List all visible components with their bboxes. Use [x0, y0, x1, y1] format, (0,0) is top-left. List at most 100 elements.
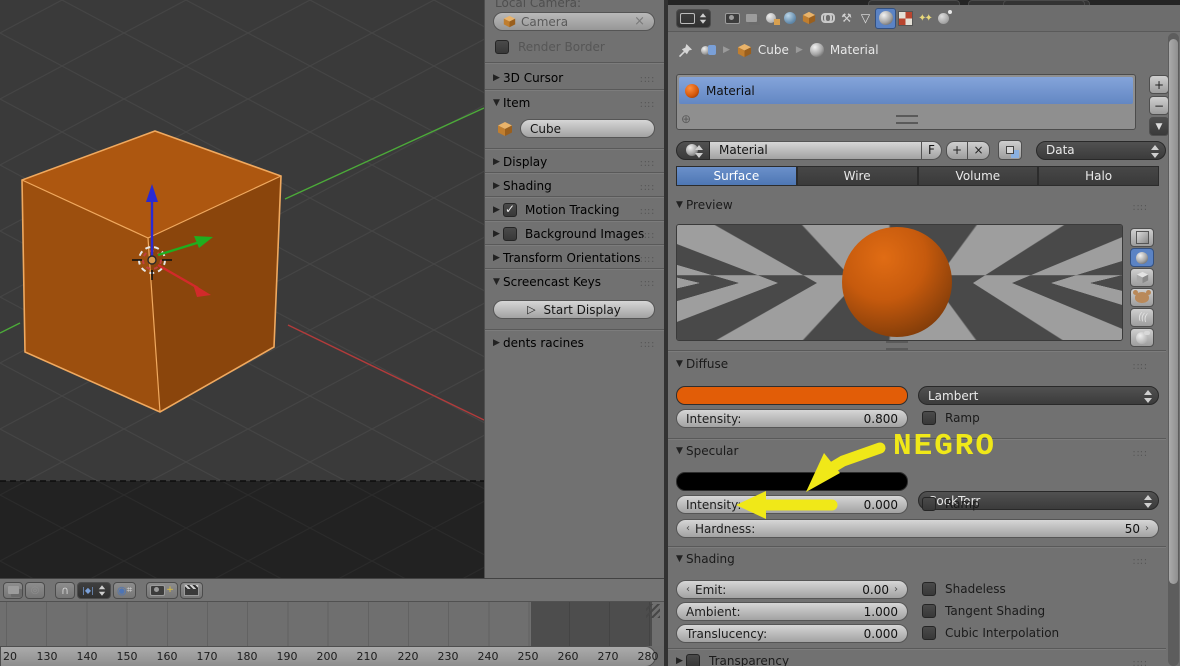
- shadeless-checkbox[interactable]: [922, 582, 936, 596]
- panel-motion-tracking[interactable]: ▶ Motion Tracking: [493, 201, 619, 219]
- clear-x-icon[interactable]: ×: [634, 14, 645, 29]
- panel-item[interactable]: ▼ Item: [493, 94, 530, 112]
- render-animation-button[interactable]: [180, 582, 203, 599]
- diffuse-ramp-toggle[interactable]: Ramp: [922, 411, 980, 425]
- shadeless-toggle[interactable]: Shadeless: [922, 582, 1006, 596]
- scrollbar-thumb[interactable]: [1169, 39, 1178, 584]
- node-editor-button[interactable]: [998, 140, 1022, 160]
- collapse-arrow-icon[interactable]: ▶: [493, 73, 503, 83]
- diffuse-panel-header[interactable]: ▼Diffuse: [676, 357, 728, 371]
- tab-particles-icon[interactable]: ✦✦: [915, 9, 934, 28]
- tab-world-icon[interactable]: [780, 9, 799, 28]
- preview-resize-grip[interactable]: [886, 341, 908, 350]
- diffuse-color-swatch[interactable]: [676, 386, 908, 405]
- timeline-resize-grip[interactable]: [646, 604, 660, 618]
- tab-scene-icon[interactable]: [761, 9, 780, 28]
- preview-cube-button[interactable]: [1130, 268, 1154, 287]
- panel-screencast-keys[interactable]: ▼Screencast Keys: [493, 273, 601, 291]
- tab-material-icon[interactable]: [875, 8, 896, 29]
- shading-translucency-slider[interactable]: Translucency: 0.000: [676, 624, 908, 643]
- preview-flat-button[interactable]: [1130, 228, 1154, 247]
- diffuse-shader-dropdown[interactable]: Lambert: [918, 386, 1159, 405]
- tab-physics-icon[interactable]: [934, 9, 953, 28]
- keying-set-button[interactable]: ◉⌗: [113, 582, 136, 599]
- editor-type-button[interactable]: [676, 9, 711, 28]
- slot-remove-button[interactable]: −: [1149, 96, 1169, 115]
- tab-object-icon[interactable]: [799, 9, 818, 28]
- snap-mode-dropdown[interactable]: |◆|: [77, 582, 111, 599]
- link-data-dropdown[interactable]: Data: [1036, 141, 1166, 160]
- keyframe-snap-icon: |◆|: [82, 586, 94, 595]
- preview-monkey-button[interactable]: [1130, 288, 1154, 307]
- background-images-checkbox[interactable]: [503, 227, 517, 241]
- tab-render-layers-icon[interactable]: [742, 9, 761, 28]
- cube-icon[interactable]: [737, 43, 752, 58]
- breadcrumb-object[interactable]: Cube: [758, 43, 789, 57]
- render-border-toggle[interactable]: Render Border: [495, 40, 605, 54]
- transparency-panel-header[interactable]: ▶ Transparency: [676, 654, 789, 666]
- panel-dents-racines[interactable]: ▶dents racines: [493, 334, 584, 352]
- shading-emit-slider[interactable]: ‹Emit: 0.00›: [676, 580, 908, 599]
- unlink-material-button[interactable]: ×: [968, 141, 990, 160]
- timeline-track-area[interactable]: [0, 602, 664, 646]
- timeline-editor[interactable]: ◎ ∩ |◆| ◉⌗ + 20 130 140 150 160 170 180 …: [0, 578, 664, 666]
- material-slot-list[interactable]: Material ⊕: [676, 74, 1136, 130]
- tab-modifiers-icon[interactable]: ⚒: [837, 9, 856, 28]
- panel-3d-cursor[interactable]: ▶ 3D Cursor: [493, 69, 563, 87]
- tangent-shading-checkbox[interactable]: [922, 604, 936, 618]
- tab-texture-icon[interactable]: [896, 9, 915, 28]
- ramp-checkbox[interactable]: [922, 411, 936, 425]
- render-keyframe-button[interactable]: +: [146, 582, 178, 599]
- preview-world-button[interactable]: [1130, 328, 1154, 347]
- preview-panel-header[interactable]: ▼Preview: [676, 198, 733, 212]
- pin-icon[interactable]: [678, 43, 693, 58]
- transparency-checkbox[interactable]: [686, 654, 700, 666]
- list-resize-grip[interactable]: [896, 115, 918, 124]
- material-name-field[interactable]: Material: [710, 141, 922, 160]
- timeline-frame-ruler[interactable]: 20 130 140 150 160 170 180 190 200 210 2…: [0, 646, 656, 666]
- slot-add-icon[interactable]: ⊕: [681, 112, 691, 126]
- properties-scrollbar[interactable]: [1168, 33, 1179, 666]
- cubic-interpolation-checkbox[interactable]: [922, 626, 936, 640]
- tab-constraints-icon[interactable]: [818, 9, 837, 28]
- start-display-button[interactable]: ▷ Start Display: [493, 300, 655, 319]
- tab-object-data-icon[interactable]: ▽: [856, 9, 875, 28]
- browse-material-button[interactable]: [676, 141, 710, 160]
- new-material-button[interactable]: +: [946, 141, 968, 160]
- preview-hair-button[interactable]: (((: [1130, 308, 1154, 327]
- tab-render-icon[interactable]: [723, 9, 742, 28]
- cubic-interpolation-toggle[interactable]: Cubic Interpolation: [922, 626, 1059, 640]
- motion-tracking-checkbox[interactable]: [503, 203, 517, 217]
- preview-sphere-button[interactable]: [1130, 248, 1154, 267]
- object-context-icon[interactable]: [701, 45, 716, 55]
- frame-tick: 280: [638, 650, 659, 663]
- shading-ambient-slider[interactable]: Ambient: 1.000: [676, 602, 908, 621]
- snap-magnet-button[interactable]: ∩: [55, 582, 75, 599]
- render-border-checkbox[interactable]: [495, 40, 509, 54]
- record-button[interactable]: ◎: [25, 582, 45, 599]
- tab-wire[interactable]: Wire: [797, 166, 918, 186]
- panel-transform-orientations[interactable]: ▶Transform Orientations: [493, 249, 641, 267]
- slider-right-arrow[interactable]: ›: [1145, 523, 1149, 534]
- breadcrumb-data[interactable]: Material: [830, 43, 879, 57]
- camera-field[interactable]: Camera ×: [493, 12, 655, 31]
- expand-arrow-icon[interactable]: ▼: [493, 98, 503, 108]
- tangent-shading-toggle[interactable]: Tangent Shading: [922, 604, 1045, 618]
- panel-background-images[interactable]: ▶ Background Images: [493, 225, 644, 243]
- panel-shading[interactable]: ▶Shading: [493, 177, 552, 195]
- fake-user-button[interactable]: F: [922, 141, 942, 160]
- slot-specials-button[interactable]: ▼: [1149, 117, 1169, 136]
- item-name-field[interactable]: Cube: [520, 119, 655, 138]
- tab-surface[interactable]: Surface: [676, 166, 797, 186]
- tab-halo[interactable]: Halo: [1038, 166, 1159, 186]
- panel-grip[interactable]: [640, 97, 655, 111]
- shading-panel-header[interactable]: ▼Shading: [676, 552, 735, 566]
- panel-display[interactable]: ▶Display: [493, 153, 547, 171]
- tab-volume[interactable]: Volume: [918, 166, 1039, 186]
- editor-type-button[interactable]: [3, 582, 23, 599]
- slot-add-button[interactable]: +: [1149, 75, 1169, 94]
- panel-grip[interactable]: [640, 72, 655, 86]
- slider-left-arrow[interactable]: ‹: [686, 523, 690, 534]
- material-slot-row-selected[interactable]: Material: [679, 77, 1133, 104]
- 3d-viewport[interactable]: [0, 0, 484, 578]
